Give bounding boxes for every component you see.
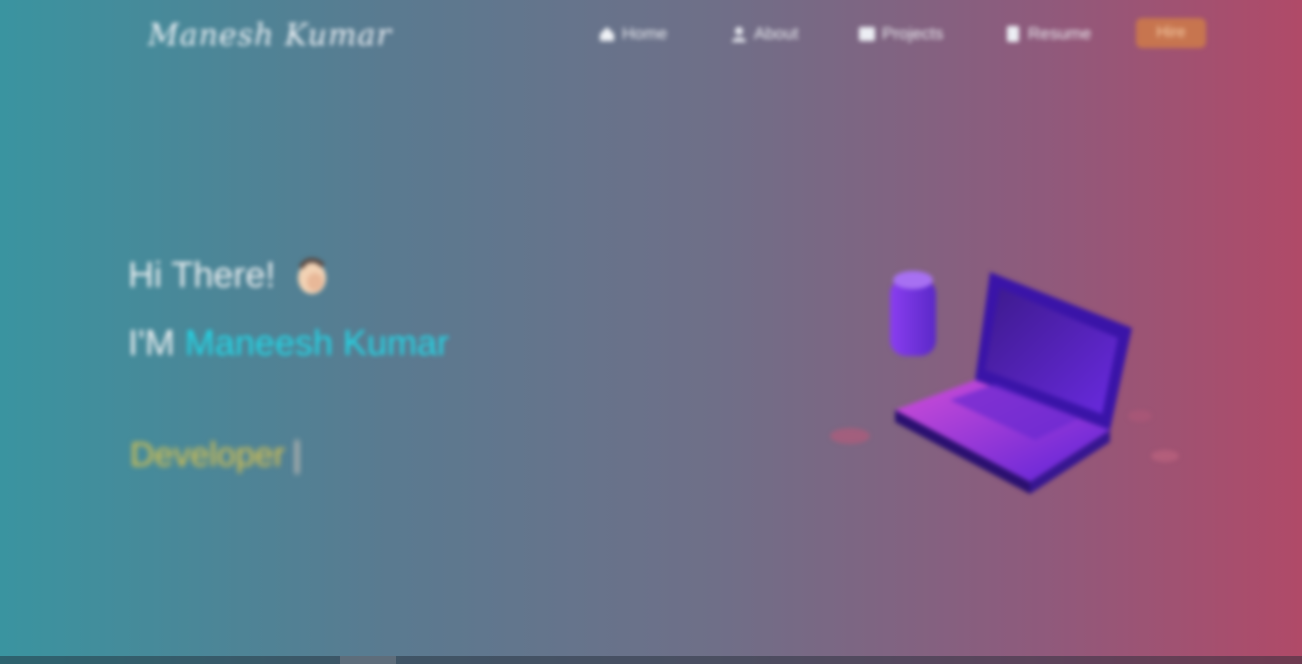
- greeting-text: Hi There!: [128, 254, 276, 295]
- nav-projects[interactable]: Projects: [858, 18, 943, 50]
- typing-cursor: [294, 440, 299, 475]
- nav-about-label: About: [754, 24, 799, 43]
- typed-role: Developer: [130, 436, 299, 475]
- document-icon: [1004, 25, 1022, 43]
- nav-home[interactable]: Home: [598, 18, 667, 50]
- typed-role-text: Developer: [130, 436, 285, 474]
- nav-home-label: Home: [622, 24, 668, 43]
- hero-name: Maneesh Kumar: [184, 322, 450, 363]
- user-icon: [730, 25, 748, 43]
- hero-greeting: Hi There!: [128, 252, 335, 298]
- hero-intro: I'M Maneesh Kumar: [128, 322, 449, 364]
- nav-resume-label: Resume: [1028, 24, 1092, 43]
- scrollbar-thumb[interactable]: [340, 656, 396, 664]
- site-logo[interactable]: Manesh Kumar: [148, 18, 391, 58]
- home-icon: [598, 25, 616, 43]
- nav-cta-button[interactable]: Hire: [1136, 18, 1206, 48]
- waving-hand-icon: [289, 252, 335, 298]
- laptop-coffee-illustration: [820, 250, 1190, 500]
- intro-prefix: I'M: [128, 322, 175, 363]
- horizontal-scrollbar[interactable]: [0, 656, 1302, 664]
- nav-about[interactable]: About: [730, 18, 798, 50]
- nav-projects-label: Projects: [882, 24, 944, 43]
- projects-icon: [858, 25, 876, 43]
- nav-resume[interactable]: Resume: [1004, 18, 1091, 50]
